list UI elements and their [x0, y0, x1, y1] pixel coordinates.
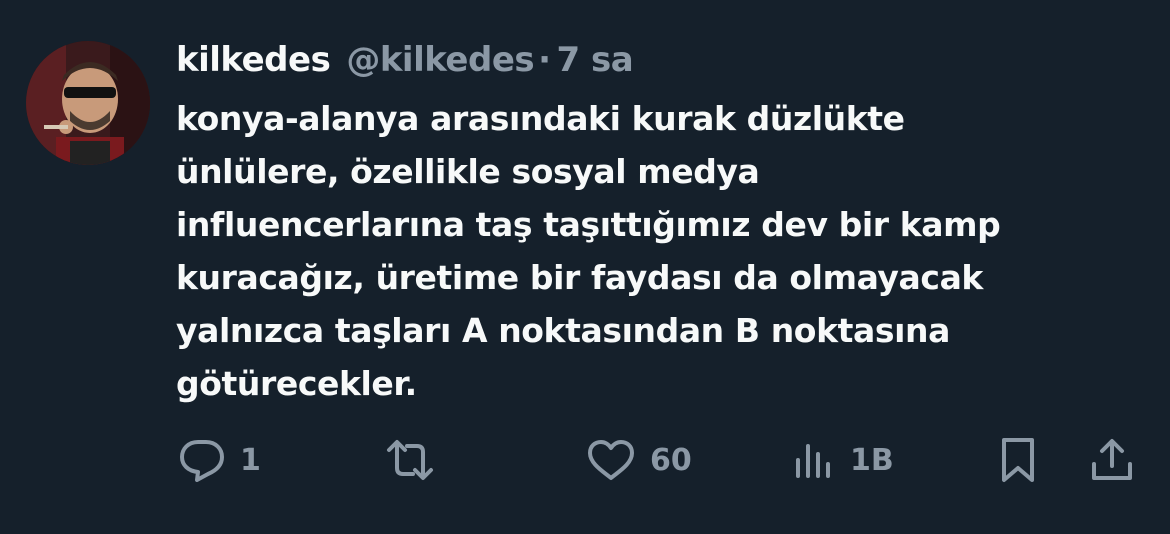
user-handle[interactable]: @kilkedes: [346, 40, 534, 80]
share-icon: [1092, 439, 1132, 480]
bookmark-button[interactable]: [998, 428, 1038, 492]
like-count: 60: [650, 442, 692, 478]
tweet-header: kilkedes @kilkedes · 7 sa: [176, 38, 634, 82]
tweet-text-line: yalnızca taşları A noktasından B noktası…: [176, 311, 950, 350]
reply-button[interactable]: 1: [178, 428, 261, 492]
display-name[interactable]: kilkedes: [176, 40, 331, 80]
reply-count: 1: [240, 442, 261, 478]
avatar-image: [26, 41, 150, 165]
tweet-text-line: ünlülere, özellikle sosyal medya: [176, 152, 760, 191]
avatar[interactable]: [26, 41, 150, 165]
timestamp[interactable]: 7 sa: [557, 40, 634, 80]
separator-dot: ·: [538, 40, 551, 80]
views-button[interactable]: 1B: [792, 428, 894, 492]
views-count: 1B: [850, 442, 894, 478]
tweet-text-line: influencerlarına taş taşıttığımız dev bi…: [176, 205, 1001, 244]
heart-icon: [588, 440, 634, 480]
bookmark-icon: [1002, 438, 1034, 482]
reply-icon: [180, 440, 224, 482]
tweet-text: konya-alanya arasındaki kurak düzlükte ü…: [176, 92, 1136, 410]
tweet-text-line: götürecekler.: [176, 364, 417, 403]
share-button[interactable]: [1090, 428, 1134, 492]
tweet: kilkedes @kilkedes · 7 sa konya-alanya a…: [0, 0, 1170, 534]
tweet-text-line: kuracağız, üretime bir faydası da olmaya…: [176, 258, 983, 297]
views-icon: [796, 444, 830, 478]
tweet-text-line: konya-alanya arasındaki kurak düzlükte: [176, 99, 905, 138]
retweet-icon: [387, 440, 433, 480]
retweet-button[interactable]: [385, 428, 435, 492]
like-button[interactable]: 60: [586, 428, 692, 492]
action-bar: 1 60 1B: [0, 428, 1170, 492]
